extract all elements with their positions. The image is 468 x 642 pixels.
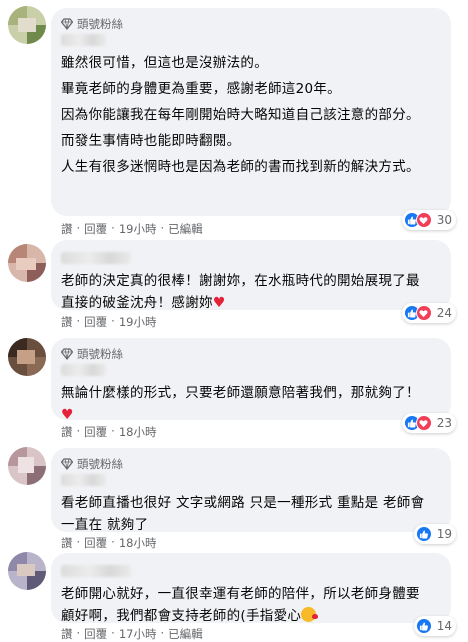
reaction-summary[interactable]: 14	[413, 616, 456, 636]
timestamp[interactable]: 19小時	[119, 221, 157, 237]
avatar[interactable]	[8, 6, 46, 44]
avatar[interactable]	[8, 552, 46, 590]
reply-link[interactable]: 回覆	[84, 221, 107, 237]
like-link[interactable]: 讚	[61, 314, 73, 330]
avatar[interactable]	[8, 244, 46, 282]
reply-link[interactable]: 回覆	[84, 535, 107, 551]
comment-text: 老師的決定真的很棒！謝謝妳，在水瓶時代的開始展現了最直接的破釜沈舟！感謝妳♥	[61, 273, 420, 311]
reply-link[interactable]: 回覆	[84, 424, 107, 440]
diamond-icon	[61, 458, 73, 470]
top-fan-badge: 頭號粉絲	[61, 456, 439, 472]
comment-bubble: 老師的決定真的很棒！謝謝妳，在水瓶時代的開始展現了最直接的破釜沈舟！感謝妳♥	[51, 240, 451, 311]
comment-bubble: 頭號粉絲 看老師直播也很好 文字或網路 只是一種形式 重點是 老師會一直在 就夠…	[51, 448, 451, 533]
timestamp[interactable]: 18小時	[119, 535, 157, 551]
comment-bubble: 老師開心就好，一直很幸運有老師的陪伴，所以老師身體要顧好啊，我們都會支持老師的(…	[51, 553, 451, 624]
commenter-name[interactable]	[61, 565, 131, 577]
comment-actions: 讚 · 回覆 · 19小時 · 已編輯	[61, 221, 203, 237]
reaction-count: 24	[436, 306, 452, 320]
timestamp[interactable]: 17小時	[119, 626, 157, 642]
love-icon	[415, 415, 432, 431]
heart-icon: ♥	[61, 407, 74, 423]
timestamp[interactable]: 19小時	[119, 314, 157, 330]
like-link[interactable]: 讚	[61, 626, 73, 642]
reaction-summary[interactable]: 24	[401, 303, 456, 323]
diamond-icon	[61, 348, 73, 360]
edited-label: 已編輯	[168, 627, 203, 641]
reaction-summary[interactable]: 19	[413, 524, 456, 544]
timestamp[interactable]: 18小時	[119, 424, 157, 440]
reaction-summary[interactable]: 23	[401, 413, 456, 433]
love-icon	[415, 212, 432, 228]
top-fan-badge: 頭號粉絲	[61, 346, 439, 362]
avatar[interactable]	[8, 447, 46, 485]
reaction-count: 23	[436, 416, 452, 430]
comment-bubble: 頭號粉絲 雖然很可惜，但這也是沒辦法的。 畢竟老師的身體更為重要，感謝老師這20…	[51, 8, 451, 216]
like-link[interactable]: 讚	[61, 535, 73, 551]
diamond-icon	[61, 18, 73, 30]
comment-actions: 讚 · 回覆 · 17小時 · 已編輯	[61, 626, 203, 642]
reaction-count: 14	[436, 619, 452, 633]
reaction-summary[interactable]: 30	[401, 210, 456, 230]
like-link[interactable]: 讚	[61, 221, 73, 237]
love-icon	[415, 305, 432, 321]
like-icon	[415, 526, 432, 542]
commenter-name[interactable]	[61, 252, 131, 264]
commenter-name[interactable]	[61, 474, 106, 486]
comment-text: 雖然很可惜，但這也是沒辦法的。 畢竟老師的身體更為重要，感謝老師這20年。 因為…	[61, 55, 420, 175]
heart-icon: ♥	[212, 295, 226, 311]
comment-bubble: 頭號粉絲 無論什麼樣的形式，只要老師還願意陪著我們，那就夠了！♥	[51, 338, 451, 423]
like-icon	[415, 618, 432, 634]
comment-text: 看老師直播也很好 文字或網路 只是一種形式 重點是 老師會一直在 就夠了	[61, 495, 425, 533]
commenter-name[interactable]	[61, 364, 106, 376]
like-link[interactable]: 讚	[61, 424, 73, 440]
comment-text: 老師開心就好，一直很幸運有老師的陪伴，所以老師身體要顧好啊，我們都會支持老師的(…	[61, 586, 420, 624]
reaction-count: 19	[436, 527, 452, 541]
commenter-name[interactable]	[61, 34, 106, 46]
edited-label: 已編輯	[168, 222, 203, 236]
comment-actions: 讚 · 回覆 · 18小時	[61, 535, 157, 551]
comment-text: 無論什麼樣的形式，只要老師還願意陪著我們，那就夠了！♥	[61, 385, 420, 423]
kiss-emoji-icon	[301, 607, 319, 622]
top-fan-badge: 頭號粉絲	[61, 16, 439, 32]
reply-link[interactable]: 回覆	[84, 314, 107, 330]
comment-actions: 讚 · 回覆 · 18小時	[61, 424, 157, 440]
reply-link[interactable]: 回覆	[84, 626, 107, 642]
comment-actions: 讚 · 回覆 · 19小時	[61, 314, 157, 330]
reaction-count: 30	[436, 213, 452, 227]
avatar[interactable]	[8, 338, 46, 376]
